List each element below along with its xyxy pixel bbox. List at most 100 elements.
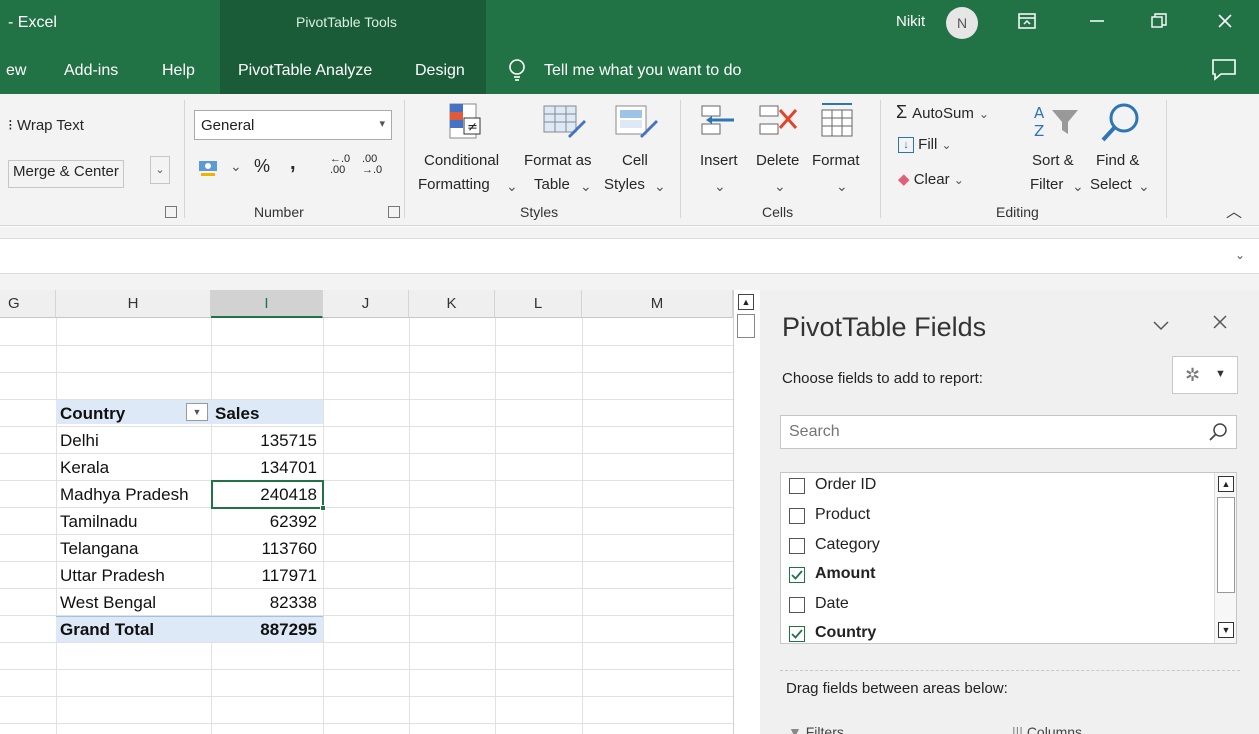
scroll-thumb[interactable] [737,314,755,338]
sort-filter-icon[interactable]: AZ [1032,102,1082,146]
conditional-formatting-label-2[interactable]: Formatting [418,176,490,193]
number-format-dropdown[interactable]: General ▾ [194,110,392,140]
scroll-down-icon[interactable]: ▼ [1218,622,1234,638]
insert-label[interactable]: Insert [700,152,738,169]
sort-filter-label[interactable]: Sort & [1032,152,1074,169]
column-header-j[interactable]: J [323,290,409,318]
tab-help[interactable]: Help [162,62,195,80]
format-label[interactable]: Format [812,152,860,169]
close-icon[interactable] [1210,8,1240,38]
tab-pivottable-analyze[interactable]: PivotTable Analyze [238,62,372,80]
column-header-k[interactable]: K [409,290,495,318]
column-header-l[interactable]: L [495,290,582,318]
pivot-row-value[interactable]: 135715 [211,427,323,454]
field-layout-button[interactable]: ✲ ▼ [1172,356,1238,394]
cell-styles-label-2[interactable]: Styles [604,176,645,193]
field-list-scrollbar[interactable]: ▲ ▼ [1214,473,1236,643]
alignment-dialog-launcher-icon[interactable] [165,206,177,218]
fill-button[interactable]: ↓ Fill ⌄ [898,136,952,154]
find-select-label-2[interactable]: Select [1090,176,1132,193]
pivot-row-label[interactable]: Telangana [60,535,138,562]
pivot-row-label[interactable]: West Bengal [60,589,156,616]
scroll-thumb[interactable] [1217,497,1235,593]
comma-style-button[interactable]: , [290,152,296,175]
format-as-table-label-2[interactable]: Table [534,176,570,193]
increase-decimal-icon[interactable]: ←.0.00 [330,154,350,176]
avatar[interactable]: N [946,7,978,39]
minimize-icon[interactable] [1082,8,1112,38]
percent-style-button[interactable]: % [254,156,270,177]
pivot-row-label[interactable]: Delhi [60,427,99,454]
wrap-text-button[interactable]: ⁝ Wrap Text [8,116,84,134]
formula-bar[interactable]: ⌄ [0,238,1259,274]
pivot-row-label[interactable]: Madhya Pradesh [60,481,189,508]
pivot-row-value[interactable]: 134701 [211,454,323,481]
scroll-up-icon[interactable]: ▲ [738,294,754,310]
fill-handle[interactable] [320,505,326,511]
grand-total-label[interactable]: Grand Total [60,616,154,643]
format-as-table-label[interactable]: Format as [524,152,592,169]
checkbox-checked[interactable] [789,567,805,583]
tab-review[interactable]: ew [6,62,26,80]
chevron-down-icon[interactable]: ⌄ [230,158,242,175]
checkbox[interactable] [789,478,805,494]
comments-icon[interactable] [1210,57,1238,83]
checkbox[interactable] [789,538,805,554]
format-as-table-icon[interactable] [540,102,588,146]
checkbox-checked[interactable] [789,626,805,642]
cell-styles-label[interactable]: Cell [622,152,648,169]
format-cells-icon[interactable] [818,100,858,146]
tab-design[interactable]: Design [415,62,465,80]
column-header-m[interactable]: M [582,290,733,318]
sort-filter-label-2[interactable]: Filter [1030,176,1063,193]
collapse-ribbon-icon[interactable]: ︿ [1226,198,1242,222]
pivot-row-label[interactable]: Kerala [60,454,109,481]
grand-total-value[interactable]: 887295 [211,616,323,643]
tab-add-ins[interactable]: Add-ins [64,62,118,80]
cell-styles-icon[interactable] [612,102,660,146]
user-name[interactable]: Nikit [896,13,925,30]
column-header-h[interactable]: H [56,290,211,318]
chevron-down-icon[interactable] [1152,316,1170,337]
conditional-formatting-label[interactable]: Conditional [424,152,499,169]
scroll-up-icon[interactable]: ▲ [1218,476,1234,492]
delete-label[interactable]: Delete [756,152,799,169]
active-cell-selection[interactable] [211,480,324,509]
worksheet-grid[interactable]: G H I J K L M Country ▼ Sales Delhi 1357… [0,290,733,734]
autosum-button[interactable]: Σ AutoSum ⌄ [896,102,989,123]
checkbox[interactable] [789,508,805,524]
clear-button[interactable]: ◆ Clear ⌄ [898,170,964,188]
search-icon[interactable] [1208,422,1228,446]
number-dialog-launcher-icon[interactable] [388,206,400,218]
merge-center-button[interactable]: Merge & Center [8,160,124,188]
conditional-formatting-icon[interactable]: ≠ [446,102,486,146]
column-header-g[interactable]: G [0,290,56,318]
pivot-row-value[interactable]: 82338 [211,589,323,616]
pivot-row-value[interactable]: 117971 [211,562,323,589]
column-header-i[interactable]: I [211,290,323,318]
insert-cells-icon[interactable] [698,102,738,146]
vertical-scrollbar[interactable]: ▲ [733,290,757,734]
field-search-box[interactable] [780,415,1237,449]
tell-me-search[interactable]: Tell me what you want to do [544,62,741,80]
delete-cells-icon[interactable] [758,102,802,146]
pivot-row-label[interactable]: Tamilnadu [60,508,138,535]
accounting-format-icon[interactable] [198,158,220,181]
restore-icon[interactable] [1144,8,1174,38]
decrease-decimal-icon[interactable]: .00 →.0 [362,154,382,176]
pivot-header-sales[interactable]: Sales [215,400,259,427]
filter-dropdown-icon[interactable]: ▼ [186,403,208,421]
pivot-header-country[interactable]: Country [60,400,125,427]
checkbox[interactable] [789,597,805,613]
find-select-label[interactable]: Find & [1096,152,1139,169]
search-input[interactable] [789,422,1189,442]
close-pane-icon[interactable] [1212,314,1228,335]
chevron-down-icon[interactable]: ⌄ [150,156,170,184]
magnifier-icon[interactable] [1098,100,1142,148]
ribbon-display-options-icon[interactable] [1012,8,1042,38]
expand-formula-bar-icon[interactable]: ⌄ [1235,248,1245,262]
pivot-row-value[interactable]: 62392 [211,508,323,535]
lightbulb-icon[interactable] [506,58,528,84]
pivot-row-value[interactable]: 113760 [211,535,323,562]
pivot-row-label[interactable]: Uttar Pradesh [60,562,165,589]
